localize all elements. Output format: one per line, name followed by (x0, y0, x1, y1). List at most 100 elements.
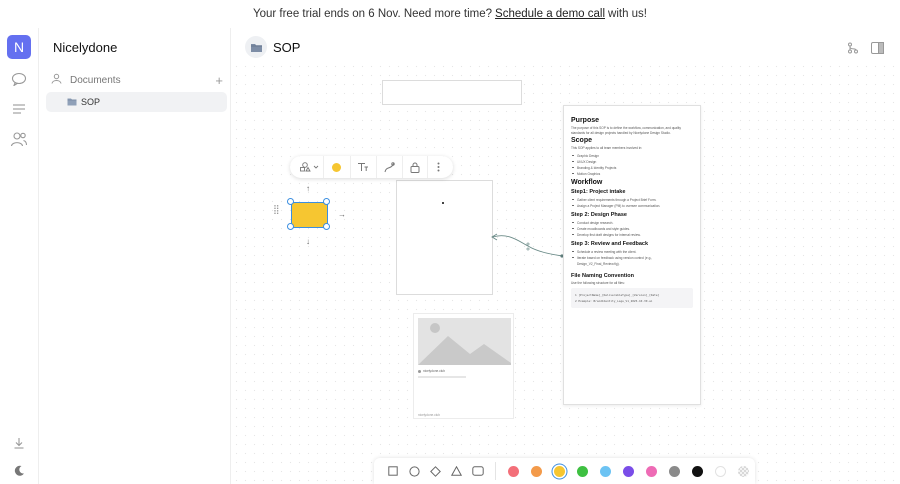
trial-banner: Your free trial ends on 6 Nov. Need more… (0, 0, 900, 28)
color-swatch[interactable] (324, 156, 349, 178)
scope-list: Graphic Design UI/UX Design Branding & I… (571, 153, 693, 177)
color-option[interactable] (640, 461, 663, 481)
code-line: 2 Example: BrandIdentity_Logo_V1_2025-10… (575, 299, 653, 304)
sop-subheading: Step1: Project intake (571, 188, 626, 195)
left-rail: N (0, 28, 39, 484)
shapes-icon[interactable] (294, 156, 323, 178)
toolbar-divider (495, 462, 496, 480)
color-palette (502, 461, 755, 481)
image-site: nicelydone.club (418, 369, 445, 373)
sop-document-card[interactable]: Purpose The purpose of this SOP is to de… (563, 105, 701, 405)
moon-icon[interactable] (10, 462, 28, 480)
list-item: Iterate based on feedback using version … (571, 255, 693, 267)
color-option[interactable] (686, 461, 709, 481)
documents-section[interactable]: Documents + (51, 72, 223, 88)
step2-list: Conduct design research. Create moodboar… (571, 220, 693, 238)
connector-line[interactable] (490, 232, 566, 260)
sop-heading: Scope (571, 137, 593, 145)
color-option[interactable] (571, 461, 594, 481)
code-block: 1 [ProjectName]_[DeliverableType]_[Versi… (571, 288, 693, 309)
color-option-swatch (645, 465, 657, 477)
documents-icon (51, 73, 65, 87)
color-option[interactable] (617, 461, 640, 481)
dot-mark (442, 202, 444, 204)
image-placeholder-icon (418, 318, 511, 365)
color-option[interactable] (594, 461, 617, 481)
sop-paragraph: The purpose of this SOP is to define the… (571, 126, 681, 135)
sop-subheading: Step 3: Review and Feedback (571, 240, 649, 247)
add-document-icon[interactable]: + (215, 73, 223, 88)
document-header: SOP (245, 36, 300, 58)
panel-toggle-icon[interactable] (870, 42, 884, 54)
sidebar: Nicelydone Documents + SOP (39, 28, 231, 484)
sop-subheading: File Naming Convention (571, 272, 634, 279)
schedule-demo-link[interactable]: Schedule a demo call (495, 8, 605, 20)
arrow-up-icon[interactable]: ↑ (306, 184, 310, 193)
sop-paragraph: This SOP applies to all team members inv… (571, 146, 643, 151)
color-option[interactable] (548, 461, 571, 481)
download-icon[interactable] (10, 434, 28, 452)
color-option[interactable] (663, 461, 686, 481)
color-option-swatch (691, 465, 703, 477)
color-option-swatch (668, 465, 680, 477)
color-option[interactable] (525, 461, 548, 481)
image-card[interactable]: nicelydone.club nicelydone.club (413, 313, 514, 419)
floating-toolbar (290, 156, 453, 178)
color-option-swatch (599, 465, 611, 477)
color-swatch-dot (332, 162, 342, 172)
sidebar-item-sop[interactable]: SOP (46, 92, 227, 112)
workspace-name: Nicelydone (53, 40, 118, 55)
workspace-logo[interactable]: N (7, 35, 31, 59)
trial-banner-text: Your free trial ends on 6 Nov. Need more… (252, 8, 493, 20)
color-option-swatch (714, 465, 726, 477)
text-format-icon[interactable] (351, 156, 376, 178)
more-vertical-icon[interactable] (428, 156, 449, 178)
color-option-swatch (507, 465, 519, 477)
color-option-swatch (553, 465, 565, 477)
resize-handle[interactable] (323, 223, 330, 230)
color-option[interactable] (502, 461, 525, 481)
sidebar-item-label: SOP (81, 97, 101, 107)
text-placeholder (418, 376, 466, 378)
color-option[interactable] (732, 461, 755, 481)
color-option-swatch (530, 465, 542, 477)
rectangle-shape[interactable] (382, 80, 522, 105)
git-branch-icon[interactable] (846, 42, 860, 54)
image-site-label: nicelydone.club (423, 369, 445, 373)
sop-heading: Purpose (571, 117, 600, 124)
bottom-toolbar (374, 458, 755, 484)
resize-handle[interactable] (287, 198, 294, 205)
page-title: SOP (273, 39, 301, 55)
list-item: Motion Graphics (571, 171, 693, 177)
rectangle-shape[interactable] (396, 180, 493, 295)
triangle-tool-icon[interactable] (446, 461, 467, 481)
documents-label: Documents (70, 74, 121, 86)
rectangle-tool-icon[interactable] (382, 461, 403, 481)
sop-heading: Workflow (571, 178, 603, 186)
arrow-down-icon[interactable]: ↓ (306, 237, 310, 246)
menu-lines-icon[interactable] (10, 100, 28, 118)
resize-handle[interactable] (323, 198, 330, 205)
rounded-rect-tool-icon[interactable] (468, 461, 489, 481)
arrow-right-icon[interactable]: → (338, 210, 346, 219)
globe-icon (418, 369, 421, 373)
list-item: Develop first draft designs for internal… (571, 232, 693, 238)
people-icon[interactable] (10, 130, 28, 148)
circle-tool-icon[interactable] (403, 461, 424, 481)
color-option[interactable] (709, 461, 732, 481)
connector-icon[interactable] (377, 156, 402, 178)
folder-icon[interactable] (245, 36, 267, 58)
image-caption: nicelydone.club (418, 413, 440, 417)
sop-paragraph: Use the following structure for all file… (571, 280, 625, 285)
list-item: Assign a Project Manager (PM) to oversee… (571, 203, 693, 209)
diamond-tool-icon[interactable] (425, 461, 446, 481)
color-option-swatch (622, 465, 634, 477)
sop-subheading: Step 2: Design Phase (571, 211, 627, 218)
step3-list: Schedule a review meeting with the clien… (571, 249, 693, 267)
resize-handle[interactable] (287, 223, 294, 230)
chat-icon[interactable] (10, 70, 28, 88)
color-option-swatch (576, 465, 588, 477)
color-option-swatch (737, 465, 749, 477)
drag-handle-icon[interactable]: ⣿ (273, 204, 280, 215)
lock-icon[interactable] (403, 156, 426, 178)
